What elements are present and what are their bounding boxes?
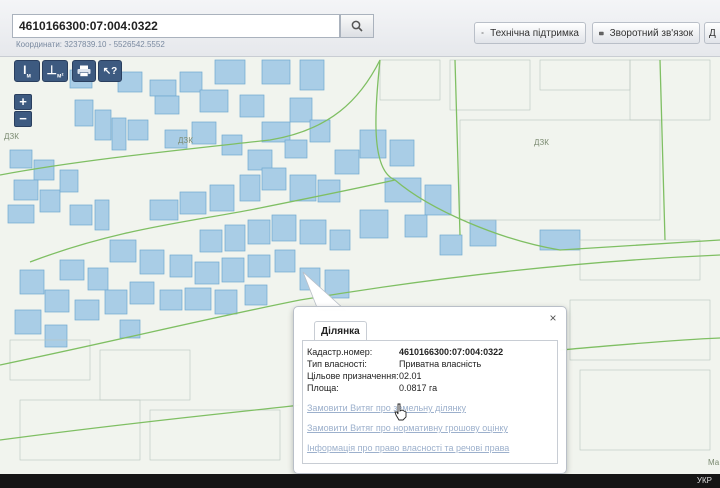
length-measure-button[interactable]: Iм <box>14 60 40 82</box>
info-value: 02.01 <box>399 371 422 381</box>
cursor-question-icon: ↖? <box>102 65 118 77</box>
map-label: Ма <box>708 458 720 467</box>
hand-cursor-icon <box>394 403 407 421</box>
search-button[interactable] <box>340 14 374 38</box>
extra-button[interactable]: Д <box>704 22 720 44</box>
area-icon: ⊥м² <box>46 62 64 80</box>
zoom-in-button[interactable]: + <box>14 94 32 110</box>
info-label: Цільове призначення: <box>307 371 399 381</box>
info-label: Тип власності: <box>307 359 367 369</box>
info-row-purpose: Цільове призначення:02.01 <box>307 371 422 381</box>
screen: ДЗК ДЗК ДЗК Ма 4610166300:07:004:0322 Ко… <box>0 0 720 474</box>
keyboard-layout-indicator: УКР <box>696 476 712 485</box>
feedback-label: Зворотний зв'язок <box>609 27 693 39</box>
map-label: ДЗК <box>534 138 549 147</box>
tech-support-label: Технічна підтримка <box>490 27 579 39</box>
top-bar: 4610166300:07:004:0322 Координати: 32378… <box>0 0 720 57</box>
zoom-out-button[interactable]: − <box>14 111 32 127</box>
popup-body: Кадастр.номер: 4610166300:07:004:0322 Тип… <box>302 340 558 464</box>
close-icon[interactable]: × <box>546 311 560 325</box>
info-row-area: Площа: 0.0817 га <box>307 383 437 393</box>
info-value: 4610166300:07:004:0322 <box>399 347 504 357</box>
map-label: ДЗК <box>178 136 193 145</box>
info-row-ownership: Тип власності: Приватна власність <box>307 359 481 369</box>
tech-support-button[interactable]: Технічна підтримка <box>474 22 586 44</box>
extra-label: Д <box>709 27 716 39</box>
order-valuation-extract-link[interactable]: Замовити Витяг про нормативну грошову оц… <box>307 423 508 433</box>
info-row-cadastral-number: Кадастр.номер: 4610166300:07:004:0322 <box>307 347 503 357</box>
search-icon <box>351 20 363 32</box>
printer-icon <box>77 65 91 77</box>
coordinates-readout: Координати: 3237839.10 - 5526542.5552 <box>16 40 165 49</box>
order-parcel-extract-link[interactable]: Замовити Витяг про земельну ділянку <box>307 403 466 413</box>
ruler-icon: Iм <box>23 62 31 80</box>
info-label: Кадастр.номер: <box>307 347 373 357</box>
os-taskbar: УКР <box>0 474 720 488</box>
search-input[interactable]: 4610166300:07:004:0322 <box>12 14 340 38</box>
parcel-info-popup: × Ділянка Кадастр.номер: 4610166300:07:00… <box>293 306 567 474</box>
map-label: ДЗК <box>4 132 19 141</box>
tools-icon <box>481 31 484 35</box>
ownership-info-link[interactable]: Інформація про право власності та речові… <box>307 443 509 453</box>
keyboard-icon <box>599 31 604 35</box>
tab-parcel[interactable]: Ділянка <box>314 321 367 342</box>
area-measure-button[interactable]: ⊥м² <box>42 60 68 82</box>
feedback-button[interactable]: Зворотний зв'язок <box>592 22 700 44</box>
info-value: 0.0817 га <box>399 383 438 393</box>
info-label: Площа: <box>307 383 339 393</box>
info-value: Приватна власність <box>399 359 482 369</box>
identify-button[interactable]: ↖? <box>98 60 122 82</box>
print-button[interactable] <box>72 60 96 82</box>
